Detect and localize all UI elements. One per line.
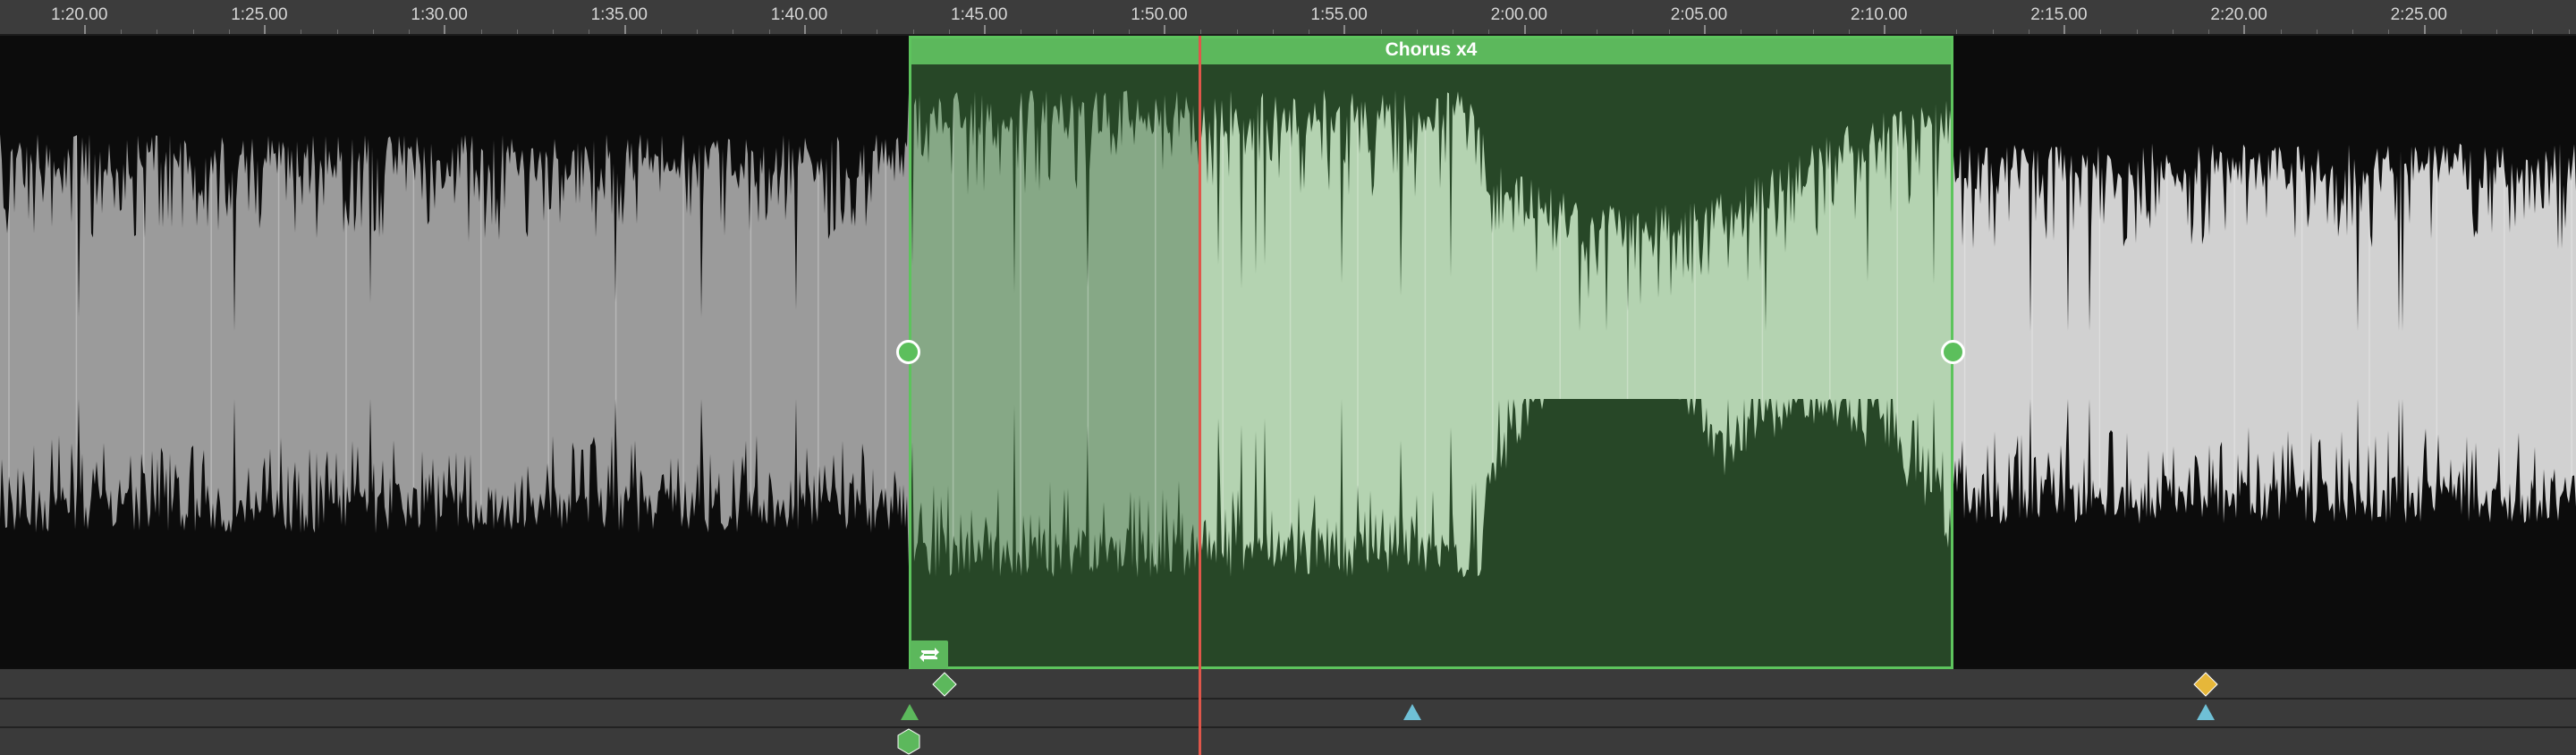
ruler-minor-tick [912,30,914,34]
ruler-tick-mark [1343,25,1346,34]
ruler-tick-label: 1:30.00 [411,5,468,24]
ruler-minor-tick [1416,30,1418,34]
loop-icon [919,648,939,662]
ruler-minor-tick [697,30,699,34]
ruler-minor-tick [1128,30,1130,34]
ruler-minor-tick [2172,30,2174,34]
playhead[interactable] [1199,36,1201,755]
region-end-handle-icon[interactable] [1941,340,1965,364]
ruler-tick-label: 1:20.00 [51,5,108,24]
ruler-minor-tick [841,30,843,34]
ruler-minor-tick [660,30,662,34]
ruler-minor-tick [480,30,482,34]
lane-divider [0,698,2576,700]
ruler-minor-tick [2352,30,2354,34]
ruler-minor-tick [2532,30,2534,34]
ruler-minor-tick [336,30,338,34]
ruler-minor-tick [1956,30,1958,34]
ruler-tick-label: 1:35.00 [590,5,648,24]
lane3-marker-green-hexagon[interactable] [896,728,921,755]
ruler-minor-tick [409,30,411,34]
ruler-minor-tick [1488,30,1490,34]
ruler-minor-tick [553,30,555,34]
ruler-minor-tick [1200,30,1202,34]
ruler-tick-label: 2:00.00 [1490,5,1547,24]
marker-lanes [0,669,2576,755]
ruler-tick-mark [1523,25,1526,34]
ruler-minor-tick [2388,30,2390,34]
ruler-tick-mark [2243,25,2246,34]
region-header[interactable]: Chorus x4 [909,36,1953,64]
ruler-minor-tick [1776,30,1778,34]
ruler-minor-tick [1848,30,1850,34]
ruler-minor-tick [372,30,374,34]
waveform-track[interactable] [0,36,2576,667]
ruler-minor-tick [1992,30,1994,34]
lane2-marker-blue-triangle[interactable] [2195,701,2216,723]
ruler-minor-tick [121,30,123,34]
ruler-minor-tick [1812,30,1814,34]
ruler-tick-label: 2:10.00 [1851,5,1908,24]
ruler-tick-mark [264,25,267,34]
ruler-minor-tick [228,30,230,34]
ruler-tick-mark [984,25,986,34]
ruler-minor-tick [2100,30,2102,34]
ruler-minor-tick [1632,30,1634,34]
ruler-tick-label: 2:05.00 [1670,5,1728,24]
ruler-minor-tick [516,30,518,34]
ruler-tick-mark [803,25,806,34]
lane1-marker-green-diamond[interactable] [931,671,958,698]
ruler-tick-label: 1:25.00 [231,5,288,24]
ruler-tick-label: 2:15.00 [2030,5,2088,24]
ruler-minor-tick [1560,30,1562,34]
lane1-marker-yellow-diamond[interactable] [2192,671,2219,698]
ruler-minor-tick [2496,30,2498,34]
ruler-tick-label: 1:55.00 [1310,5,1368,24]
ruler-tick-label: 1:50.00 [1131,5,1188,24]
ruler-minor-tick [1668,30,1670,34]
ruler-tick-mark [623,25,626,34]
loop-button[interactable] [911,640,948,669]
ruler-minor-tick [768,30,770,34]
ruler-minor-tick [2460,30,2462,34]
ruler-tick-label: 2:20.00 [2210,5,2267,24]
timeline-ruler[interactable]: 1:20.00 1:25.00 1:30.00 1:35.00 1:40.00 1:45.… [0,0,2576,36]
ruler-minor-tick [2316,30,2318,34]
ruler-tick-mark [2063,25,2066,34]
ruler-minor-tick [2208,30,2210,34]
lane2-marker-blue-triangle[interactable] [1402,701,1423,723]
ruler-minor-tick [2568,30,2570,34]
ruler-minor-tick [1272,30,1274,34]
region-title: Chorus x4 [1385,39,1478,60]
lane-divider [0,726,2576,728]
ruler-minor-tick [1056,30,1058,34]
ruler-tick-mark [444,25,446,34]
audio-editor: 1:20.00 1:25.00 1:30.00 1:35.00 1:40.00 1:45.… [0,0,2576,755]
ruler-minor-tick [192,30,194,34]
ruler-tick-mark [1164,25,1166,34]
ruler-tick-label: 2:25.00 [2390,5,2447,24]
ruler-tick-label: 1:40.00 [770,5,828,24]
ruler-tick-mark [1703,25,1706,34]
lane2-marker-green-triangle[interactable] [899,701,920,723]
ruler-tick-mark [2423,25,2426,34]
ruler-minor-tick [1920,30,1922,34]
ruler-minor-tick [1380,30,1382,34]
ruler-minor-tick [2136,30,2138,34]
ruler-minor-tick [948,30,950,34]
ruler-minor-tick [1092,30,1094,34]
ruler-tick-mark [1884,25,1885,34]
ruler-tick-mark [84,25,86,34]
region-start-handle-icon[interactable] [896,340,920,364]
ruler-tick-label: 1:45.00 [951,5,1008,24]
ruler-minor-tick [2280,30,2282,34]
ruler-minor-tick [1236,30,1238,34]
